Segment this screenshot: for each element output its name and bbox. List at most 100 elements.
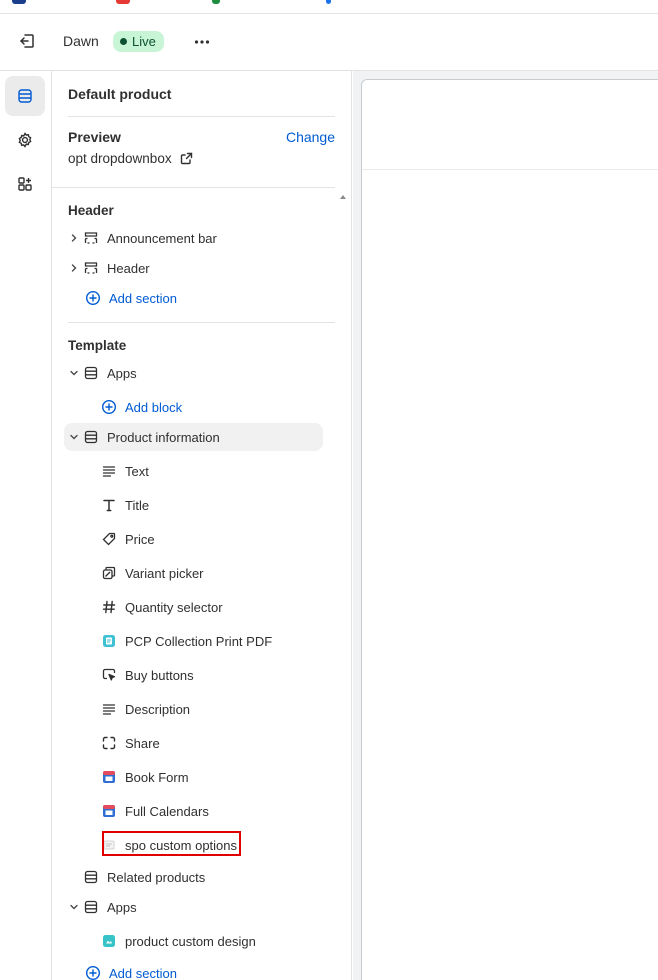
live-dot-icon <box>120 38 127 45</box>
block-buy-buttons[interactable]: Buy buttons <box>100 661 323 689</box>
section-icon <box>82 868 100 886</box>
tab-marker-blue-2 <box>326 0 331 4</box>
section-icon <box>82 898 100 916</box>
chevron-right-icon[interactable] <box>66 230 82 246</box>
block-share[interactable]: Share <box>100 729 323 757</box>
more-actions-button[interactable] <box>189 29 215 55</box>
block-book-form[interactable]: Book Form <box>100 763 323 791</box>
exit-icon <box>20 34 34 48</box>
section-label: Product information <box>107 429 220 445</box>
add-block-label: Add block <box>125 399 183 415</box>
section-label: Apps <box>107 899 137 915</box>
app-calendar-icon <box>100 802 118 820</box>
app-custom-design-icon <box>100 932 118 950</box>
block-label: Share <box>125 735 160 751</box>
add-section-template-button[interactable]: Add section <box>84 959 284 980</box>
section-announcement-bar[interactable]: Announcement bar <box>64 224 323 252</box>
block-label: Full Calendars <box>125 803 209 819</box>
block-title[interactable]: Title <box>100 491 323 519</box>
panel-title: Default product <box>68 86 172 102</box>
preview-label: Preview <box>68 129 121 145</box>
plus-circle-icon <box>84 964 102 980</box>
section-icon <box>82 428 100 446</box>
section-icon <box>82 364 100 382</box>
editor-topbar: Dawn Live <box>0 14 658 71</box>
divider <box>52 187 335 188</box>
block-label: Variant picker <box>125 565 204 581</box>
add-block-button[interactable]: Add block <box>100 393 300 421</box>
rail-apps-button[interactable] <box>5 164 45 204</box>
change-preview-link[interactable]: Change <box>286 129 335 145</box>
add-section-label: Add section <box>109 965 177 980</box>
tab-marker-blue <box>12 0 26 4</box>
chevron-down-icon[interactable] <box>66 365 82 381</box>
section-product-information[interactable]: Product information <box>64 423 323 451</box>
sections-panel: Default product Preview Change opt dropd… <box>52 71 352 980</box>
preview-frame[interactable] <box>361 79 658 980</box>
preview-product[interactable]: opt dropdownbox <box>68 151 193 166</box>
block-full-calendars[interactable]: Full Calendars <box>100 797 323 825</box>
header-group-label: Header <box>68 203 114 218</box>
more-horizontal-icon <box>194 40 210 44</box>
text-icon <box>100 462 118 480</box>
preview-product-name: opt dropdownbox <box>68 151 172 166</box>
block-product-custom-design[interactable]: product custom design <box>100 927 323 955</box>
section-label: Apps <box>107 365 137 381</box>
section-apps-bottom[interactable]: Apps <box>64 893 323 921</box>
add-section-header-button[interactable]: Add section <box>84 284 284 312</box>
theme-name[interactable]: Dawn <box>63 33 99 49</box>
block-pcp-collection-print-pdf[interactable]: PCP Collection Print PDF <box>100 627 323 655</box>
editor-side-rail <box>0 71 52 980</box>
live-status-badge: Live <box>113 31 164 52</box>
block-label: product custom design <box>125 933 256 949</box>
chevron-right-icon[interactable] <box>66 260 82 276</box>
block-description[interactable]: Description <box>100 695 323 723</box>
title-icon <box>100 496 118 514</box>
plus-circle-icon <box>84 289 102 307</box>
section-related-products[interactable]: Related products <box>64 863 323 891</box>
chevron-down-icon[interactable] <box>66 429 82 445</box>
share-icon <box>100 734 118 752</box>
divider <box>68 322 335 323</box>
block-variant-picker[interactable]: Variant picker <box>100 559 323 587</box>
sections-icon <box>18 89 32 103</box>
block-label: Buy buttons <box>125 667 194 683</box>
section-dashed-icon <box>82 259 100 277</box>
tab-marker-green <box>212 0 220 4</box>
section-label: Related products <box>107 869 206 885</box>
scroll-up-caret-icon[interactable] <box>340 195 346 199</box>
live-status-label: Live <box>132 34 156 49</box>
block-quantity-selector[interactable]: Quantity selector <box>100 593 323 621</box>
block-label: Title <box>125 497 150 513</box>
app-book-form-icon <box>100 768 118 786</box>
buy-buttons-icon <box>100 666 118 684</box>
exit-button[interactable] <box>14 28 40 54</box>
block-price[interactable]: Price <box>100 525 323 553</box>
section-header[interactable]: Header <box>64 254 323 282</box>
rail-sections-button[interactable] <box>5 76 45 116</box>
tab-marker-red <box>116 0 130 4</box>
price-tag-icon <box>100 530 118 548</box>
block-label: Text <box>125 463 149 479</box>
section-dashed-icon <box>82 229 100 247</box>
apps-icon <box>18 177 32 191</box>
block-label: Price <box>125 531 155 547</box>
preview-header-divider <box>362 169 658 170</box>
chevron-down-icon[interactable] <box>66 899 82 915</box>
template-group-label: Template <box>68 338 127 353</box>
block-label: Description <box>125 701 191 717</box>
settings-gear-icon <box>18 132 32 148</box>
text-icon <box>100 700 118 718</box>
preview-canvas <box>353 71 658 980</box>
block-label: PCP Collection Print PDF <box>125 633 273 649</box>
variant-icon <box>100 564 118 582</box>
section-label: Announcement bar <box>107 230 217 246</box>
highlight-box <box>102 831 241 856</box>
section-apps-top[interactable]: Apps <box>64 359 323 387</box>
plus-circle-icon <box>100 398 118 416</box>
rail-settings-button[interactable] <box>5 120 45 160</box>
divider <box>68 116 335 117</box>
block-text[interactable]: Text <box>100 457 323 485</box>
browser-tab-strip <box>0 0 658 14</box>
